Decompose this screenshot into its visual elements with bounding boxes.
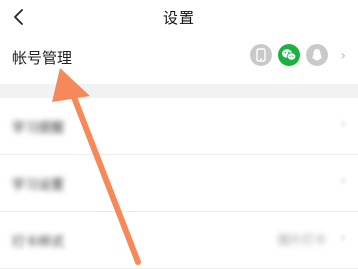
settings-row-label: 学习设置 <box>12 178 65 193</box>
settings-row[interactable]: 学习设置 › <box>0 155 358 212</box>
settings-row-label: 打卡样式 <box>12 235 65 250</box>
account-management-label: 帐号管理 <box>12 49 73 67</box>
phone-icon <box>250 44 272 66</box>
settings-row[interactable]: 打卡样式 图片打卡 › <box>0 212 358 269</box>
settings-row[interactable]: 学习提醒 › <box>0 98 358 155</box>
top-bar: 设置 <box>0 0 358 32</box>
page-title: 设置 <box>162 9 195 27</box>
wechat-icon <box>278 44 300 66</box>
settings-list: 学习提醒 › 学习设置 › 打卡样式 图片打卡 › <box>0 98 358 269</box>
bound-accounts <box>250 44 328 66</box>
chevron-right-icon: › <box>340 173 346 189</box>
account-management-row[interactable]: 帐号管理 › <box>0 32 358 84</box>
chevron-right-icon: › <box>340 230 346 246</box>
qq-icon <box>306 44 328 66</box>
settings-row-value: 图片打卡 <box>277 233 326 247</box>
section-divider <box>0 84 358 98</box>
chevron-right-icon: › <box>340 48 346 64</box>
chevron-right-icon: › <box>340 116 346 132</box>
settings-row-label: 学习提醒 <box>12 121 65 136</box>
